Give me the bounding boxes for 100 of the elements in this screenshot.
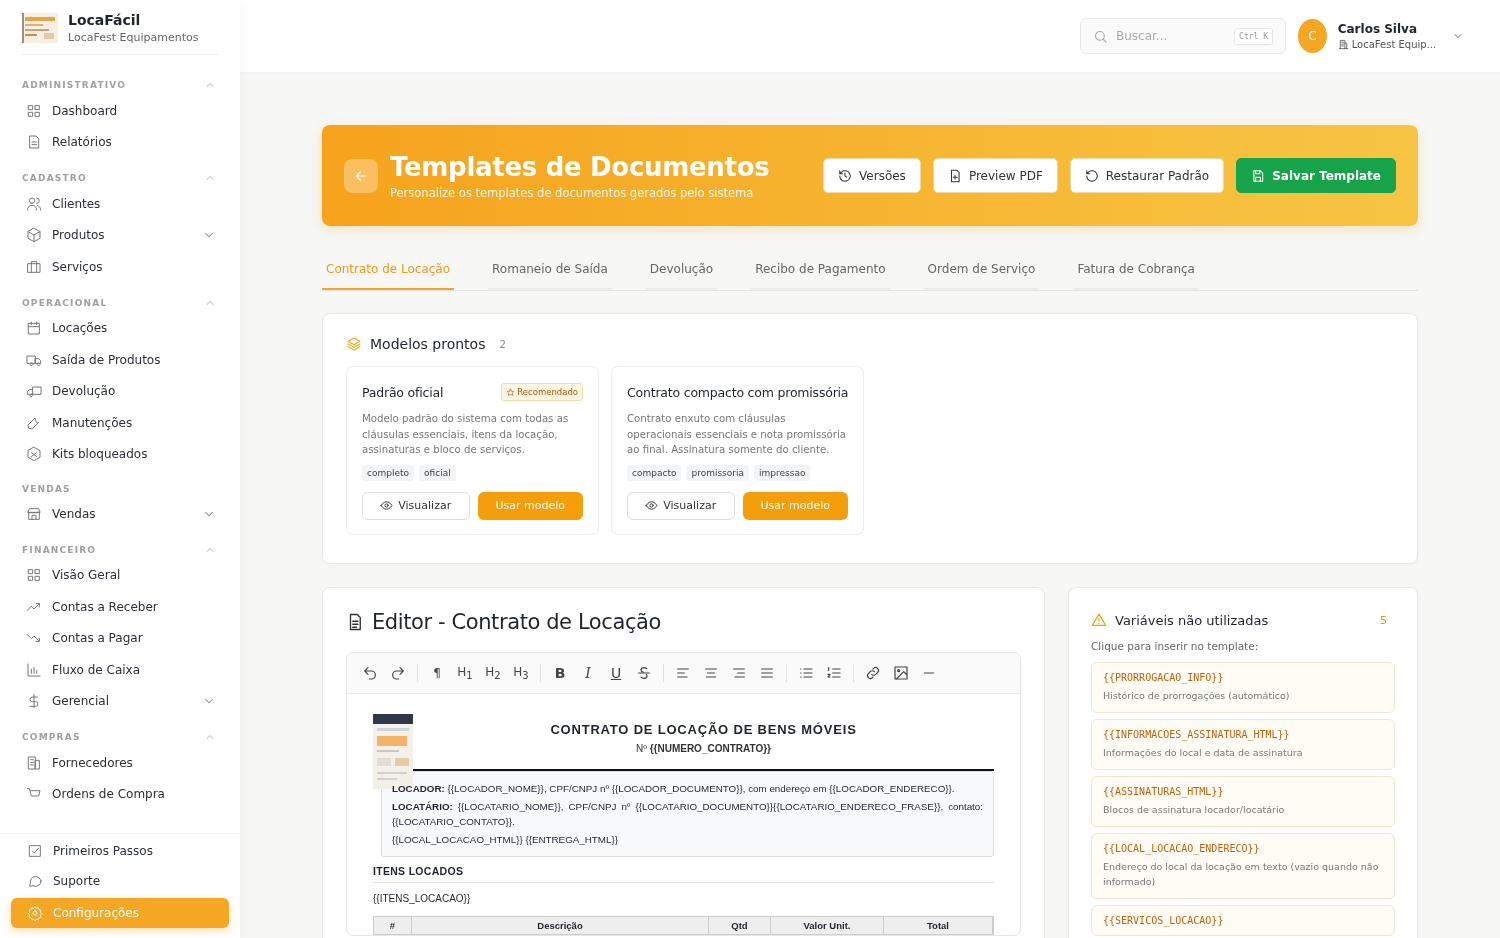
- nav-item[interactable]: Clientes: [18, 188, 228, 220]
- app-name: LocaFácil: [68, 12, 142, 28]
- search-icon: [1093, 28, 1108, 44]
- menu-icon: [26, 320, 42, 337]
- preview-button[interactable]: Visualizar: [362, 491, 470, 520]
- user-company: LocaFest Equip...: [1351, 39, 1437, 50]
- tag: compacto: [627, 464, 682, 481]
- nav-item[interactable]: Fluxo de Caixa: [18, 654, 228, 686]
- document-tab[interactable]: Romaneio de Saída: [488, 254, 612, 290]
- format-button[interactable]: ¶: [424, 660, 450, 686]
- user-name: Carlos Silva: [1337, 22, 1418, 36]
- format-button[interactable]: B: [547, 660, 573, 686]
- nav-item[interactable]: Suporte: [11, 866, 229, 896]
- variable-name: {{SERVICOS_LOCACAO}}: [1103, 915, 1225, 926]
- format-button[interactable]: H$_{3}$: [508, 660, 534, 686]
- document-tab[interactable]: Ordem de Serviço: [923, 254, 1040, 290]
- template-name: Contrato compacto com promissória: [627, 384, 849, 400]
- rich-text-editor[interactable]: [346, 652, 1021, 936]
- nav-item[interactable]: Serviços: [18, 251, 228, 283]
- nav-item[interactable]: Contas a Pagar: [18, 622, 228, 654]
- document-tab[interactable]: Devolução: [645, 254, 718, 290]
- preview-button[interactable]: Visualizar: [627, 491, 735, 520]
- menu-icon: [26, 102, 42, 119]
- nav-item[interactable]: Ordens de Compra: [18, 778, 228, 810]
- variable-description: Endereço do local da locação em texto (vazio quando não informado): [1103, 860, 1380, 889]
- nav-item[interactable]: Produtos: [18, 219, 228, 251]
- nav-item[interactable]: Vendas: [18, 498, 228, 530]
- format-button[interactable]: U: [603, 660, 629, 686]
- format-button[interactable]: H$_{2}$: [480, 660, 506, 686]
- column-header: Descrição: [412, 917, 709, 934]
- variable-item[interactable]: {{LOCAL_LOCACAO_ENDERECO}} Endereço do local da locação em texto (vazio quando não informado): [1091, 833, 1395, 899]
- nav-item[interactable]: Contas a Receber: [18, 591, 228, 623]
- format-button[interactable]: H$_{1}$: [452, 660, 478, 686]
- tag: oficial: [419, 464, 456, 481]
- editor-title: Editor - Contrato de Locação: [372, 610, 661, 634]
- items-placeholder: {{ITENS_LOCACAO}}: [373, 893, 471, 904]
- recommended-badge: Recomendado: [501, 383, 583, 401]
- reset-icon: [1084, 168, 1099, 183]
- document-tab[interactable]: Recibo de Pagamento: [751, 254, 890, 290]
- warning-icon: [1091, 612, 1107, 628]
- menu-icon: [26, 505, 42, 522]
- menu-icon: [26, 258, 42, 275]
- nav-item[interactable]: Relatórios: [18, 126, 228, 158]
- variable-name: {{PRORROGACAO_INFO}}: [1103, 672, 1225, 683]
- nav-item[interactable]: Primeiros Passos: [11, 836, 229, 866]
- menu-icon: [26, 754, 42, 771]
- column-header: Valor Unit.: [771, 917, 884, 934]
- template-description: Contrato enxuto com cláusulas operacionais essenciais e nota promissória ao final. Assinatura somente do cliente.: [627, 412, 847, 457]
- section-title: FINANCEIRO: [22, 544, 97, 555]
- count-label: 5: [1380, 613, 1387, 627]
- tag: impressao: [754, 464, 811, 481]
- template-description: Modelo padrão do sistema com todas as cláusulas essenciais, itens da locação, assinaturas e bloco de serviços.: [362, 412, 570, 457]
- document-tab[interactable]: Fatura de Cobrança: [1073, 254, 1199, 290]
- back-button[interactable]: [344, 158, 378, 193]
- party-paragraph: LOCATÁRIO: {{LOCATARIO_NOME}}, CPF/CNPJ nº {{LOCATARIO_DOCUMENTO}}{{LOCATARIO_ENDERECO_FRASE}}, contato: {{LOCATARIO_CONTATO}}.: [392, 800, 983, 829]
- search-input[interactable]: Buscar...: [1114, 28, 1229, 44]
- action-button[interactable]: Preview PDF: [932, 158, 1058, 193]
- column-header: Total: [884, 917, 993, 934]
- tag: completo: [362, 464, 414, 481]
- save-icon: [1251, 168, 1266, 183]
- eye-icon: [380, 499, 394, 512]
- history-icon: [838, 168, 853, 183]
- variable-item[interactable]: {{ASSINATURAS_HTML}} Blocos de assinatura locador/locatário: [1091, 776, 1395, 827]
- nav-item[interactable]: Devolução: [18, 375, 228, 407]
- menu-icon: [27, 905, 43, 921]
- variable-description: Blocos de assinatura locador/locatário: [1103, 803, 1286, 817]
- section-title: CADASTRO: [22, 173, 87, 183]
- variable-item[interactable]: {{SERVICOS_LOCACAO}}: [1091, 905, 1395, 936]
- menu-icon: [26, 134, 42, 151]
- variable-name: {{INFORMACOES_ASSINATURA_HTML}}: [1103, 729, 1291, 740]
- count-label: 2: [499, 338, 506, 350]
- nav-item[interactable]: Locações: [18, 312, 228, 344]
- company-name: LocaFest Equipamentos: [68, 31, 199, 44]
- nav-item[interactable]: Gerencial: [18, 685, 228, 717]
- menu-icon: [27, 843, 43, 859]
- menu-icon: [27, 873, 43, 889]
- variable-item[interactable]: {{INFORMACOES_ASSINATURA_HTML}} Informações do local e data de assinatura: [1091, 719, 1395, 770]
- menu-icon: [26, 227, 42, 244]
- variable-item[interactable]: {{PRORROGACAO_INFO}} Histórico de prorrogações (automático): [1091, 662, 1395, 713]
- template-name: Padrão oficial: [362, 384, 444, 400]
- variable-description: Histórico de prorrogações (automático): [1103, 689, 1291, 703]
- layers-icon: [346, 336, 362, 352]
- shortcut-hint: Ctrl K: [1234, 27, 1273, 45]
- panel-title: Variáveis não utilizadas: [1115, 612, 1270, 628]
- action-button[interactable]: Versões: [823, 158, 921, 193]
- format-button[interactable]: I: [575, 660, 601, 686]
- menu-icon: [26, 567, 42, 584]
- nav-item[interactable]: Fornecedores: [18, 747, 228, 779]
- menu-icon: [26, 383, 42, 400]
- tag: promissoria: [686, 464, 750, 481]
- building-icon: [1337, 39, 1349, 50]
- hint-text: Clique para inserir no template:: [1091, 640, 1260, 652]
- nav-item[interactable]: Manutenções: [18, 407, 228, 439]
- nav-item[interactable]: Kits bloqueados: [18, 438, 228, 470]
- nav-item[interactable]: Saída de Produtos: [18, 344, 228, 376]
- nav-item[interactable]: Dashboard: [18, 95, 228, 127]
- column-header: #: [374, 917, 412, 934]
- action-button[interactable]: Restaurar Padrão: [1069, 158, 1225, 193]
- section-title: VENDAS: [22, 484, 71, 494]
- nav-item[interactable]: Visão Geral: [18, 559, 228, 591]
